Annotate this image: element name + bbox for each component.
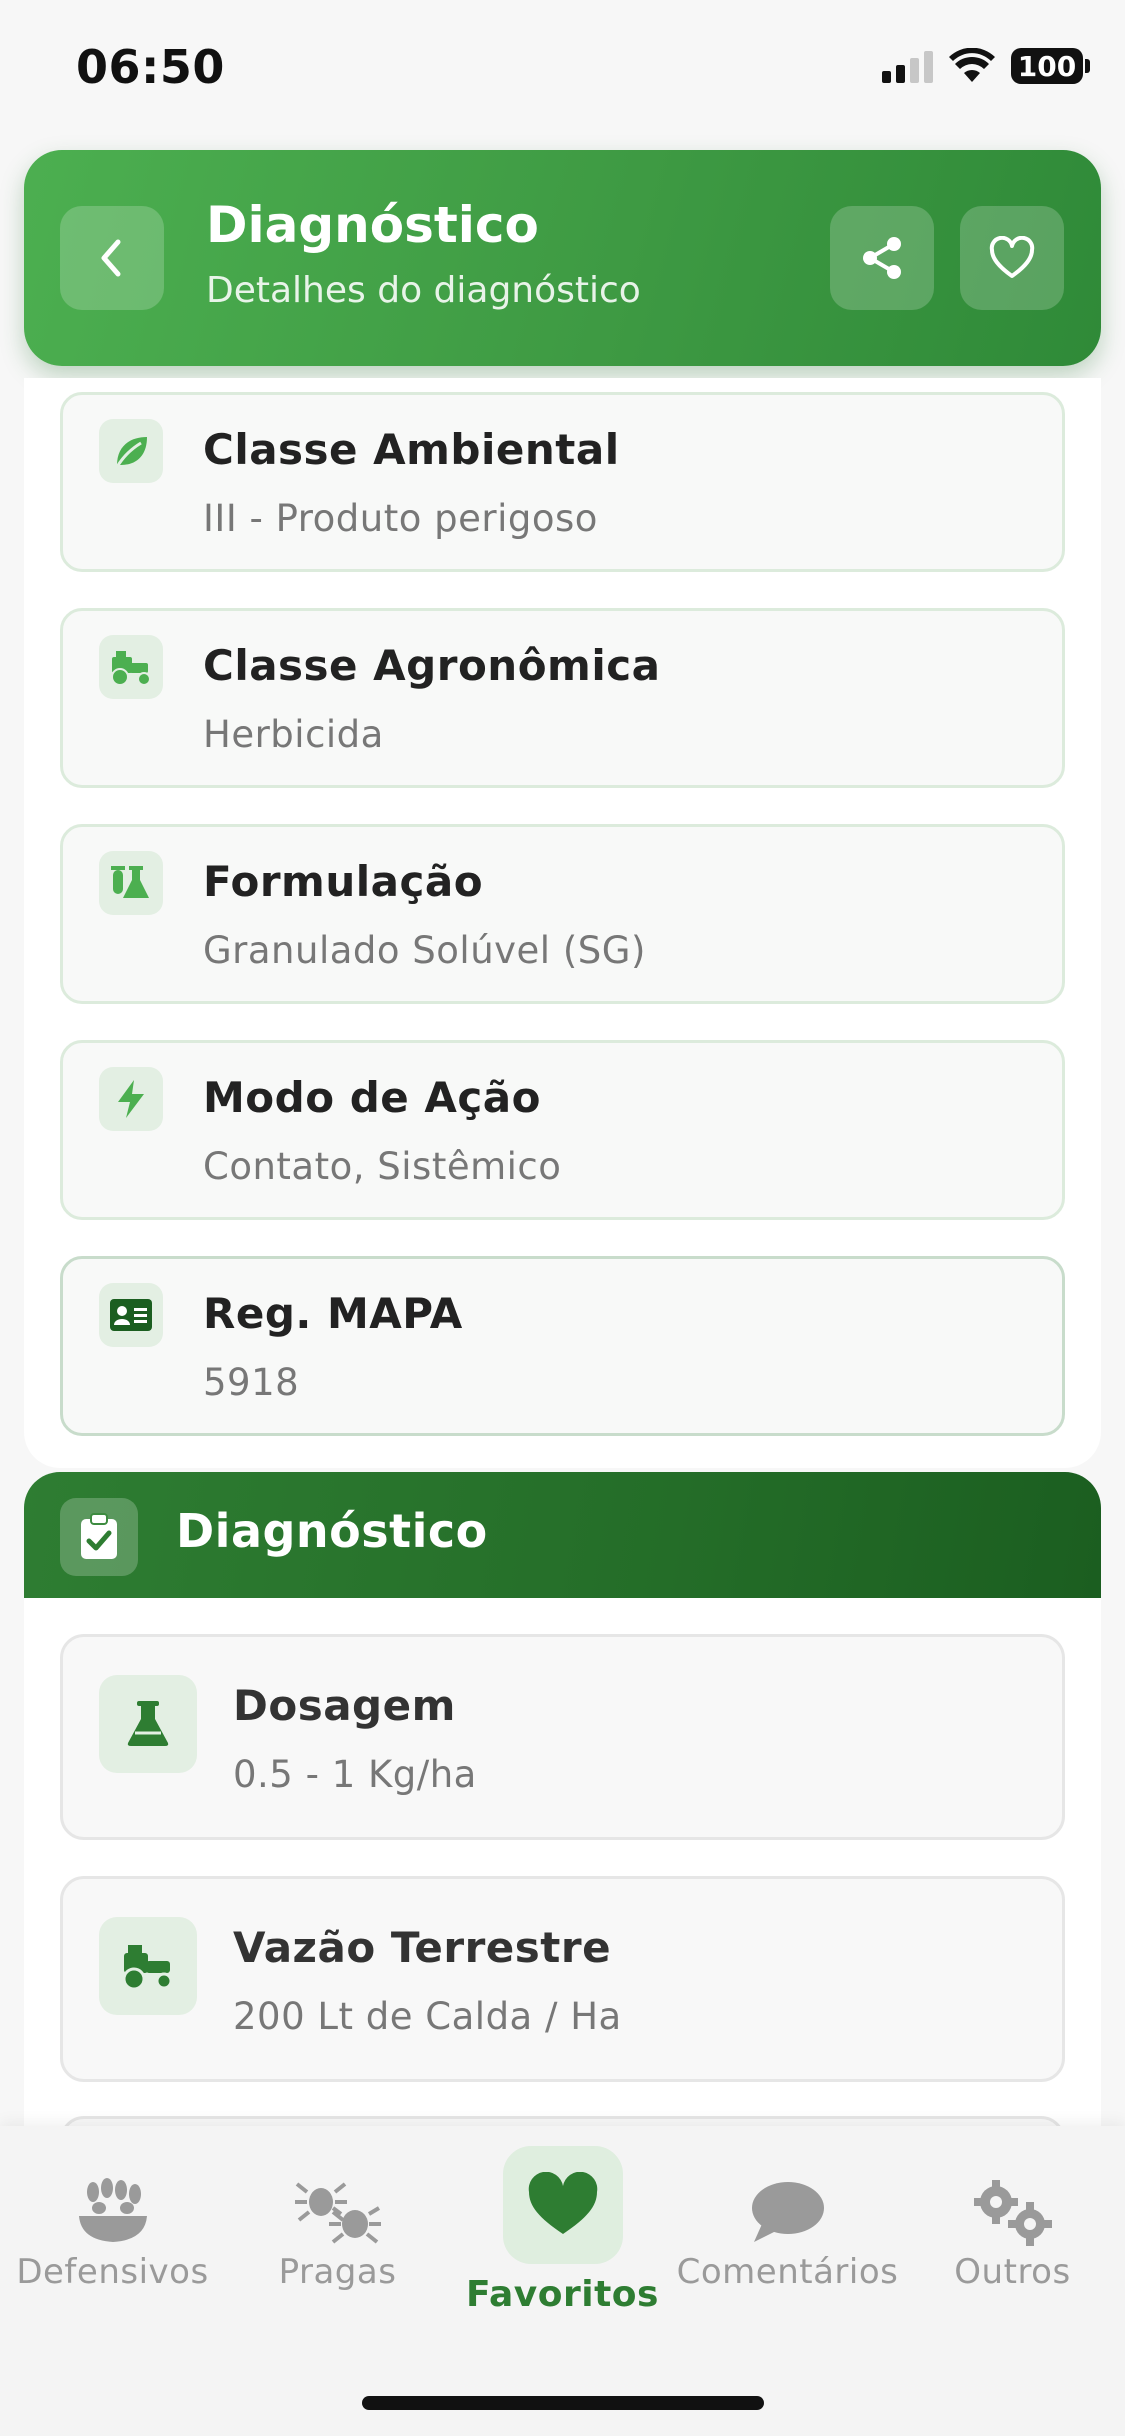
product-info-card: Classe Ambiental III - Produto perigoso … [24,378,1101,1468]
page-title: Diagnóstico [206,196,539,254]
home-indicator [362,2396,764,2410]
diag-label: Dosagem [233,1681,456,1730]
nav-label: Favoritos [466,2274,659,2315]
flask-icon [99,1675,197,1773]
nav-label: Outros [954,2252,1071,2292]
info-item-formulacao: Formulação Granulado Solúvel (SG) [60,824,1065,1004]
wifi-icon [949,48,995,82]
leaf-icon [99,419,163,483]
info-value: Herbicida [203,713,384,756]
id-card-icon [99,1283,163,1347]
info-value: 5918 [203,1361,300,1404]
app-header: Diagnóstico Detalhes do diagnóstico [24,150,1101,366]
status-time: 06:50 [76,40,225,94]
bottom-navigation: Defensivos Pragas Favoritos Comentários … [0,2126,1125,2436]
info-label: Reg. MAPA [203,1289,463,1338]
nav-item-defensivos[interactable]: Defensivos [0,2126,225,2336]
diag-value: 0.5 - 1 Kg/ha [233,1753,477,1796]
section-title: Diagnóstico [176,1504,488,1558]
info-item-modo-de-acao: Modo de Ação Contato, Sistêmico [60,1040,1065,1220]
tractor-icon [99,1917,197,2015]
gears-icon [963,2168,1063,2258]
diag-item-dosagem: Dosagem 0.5 - 1 Kg/ha [60,1634,1065,1840]
info-item-classe-ambiental: Classe Ambiental III - Produto perigoso [60,392,1065,572]
comment-icon [738,2168,838,2258]
nav-item-outros[interactable]: Outros [900,2126,1125,2336]
info-label: Formulação [203,857,484,906]
bolt-icon [99,1067,163,1131]
tractor-icon [99,635,163,699]
info-label: Classe Agronômica [203,641,661,690]
favorite-button[interactable] [960,206,1064,310]
heart-outline-icon [989,236,1035,278]
clipboard-check-icon [60,1498,138,1576]
diag-label: Vazão Terrestre [233,1923,612,1972]
nav-item-favoritos[interactable]: Favoritos [450,2126,675,2336]
page-subtitle: Detalhes do diagnóstico [206,270,641,311]
share-icon [863,237,901,279]
bug-icon [288,2168,388,2258]
info-value: III - Produto perigoso [203,497,598,540]
info-label: Classe Ambiental [203,425,620,474]
info-value: Granulado Solúvel (SG) [203,929,646,972]
nav-label: Pragas [278,2252,397,2292]
cellular-signal-icon [882,49,933,83]
status-icons: 100 [882,48,1090,84]
diagnostico-section-body: Dosagem 0.5 - 1 Kg/ha Vazão Terrestre 20… [24,1598,1101,2322]
info-label: Modo de Ação [203,1073,541,1122]
share-button[interactable] [830,206,934,310]
back-button[interactable] [60,206,164,310]
flask-vials-icon [99,851,163,915]
heart-icon [502,2146,623,2264]
seeds-bowl-icon [63,2168,163,2258]
info-value: Contato, Sistêmico [203,1145,562,1188]
nav-item-pragas[interactable]: Pragas [225,2126,450,2336]
nav-label: Defensivos [16,2252,209,2292]
info-item-reg-mapa: Reg. MAPA 5918 [60,1256,1065,1436]
diag-value: 200 Lt de Calda / Ha [233,1995,622,2038]
info-item-classe-agronomica: Classe Agronômica Herbicida [60,608,1065,788]
diagnostico-section-header: Diagnóstico [24,1472,1101,1598]
diag-item-vazao-terrestre: Vazão Terrestre 200 Lt de Calda / Ha [60,1876,1065,2082]
status-bar: 06:50 100 [0,0,1125,140]
chevron-left-icon [101,239,121,277]
nav-item-comentarios[interactable]: Comentários [675,2126,900,2336]
nav-label: Comentários [676,2252,899,2292]
battery-icon: 100 [1011,48,1090,84]
